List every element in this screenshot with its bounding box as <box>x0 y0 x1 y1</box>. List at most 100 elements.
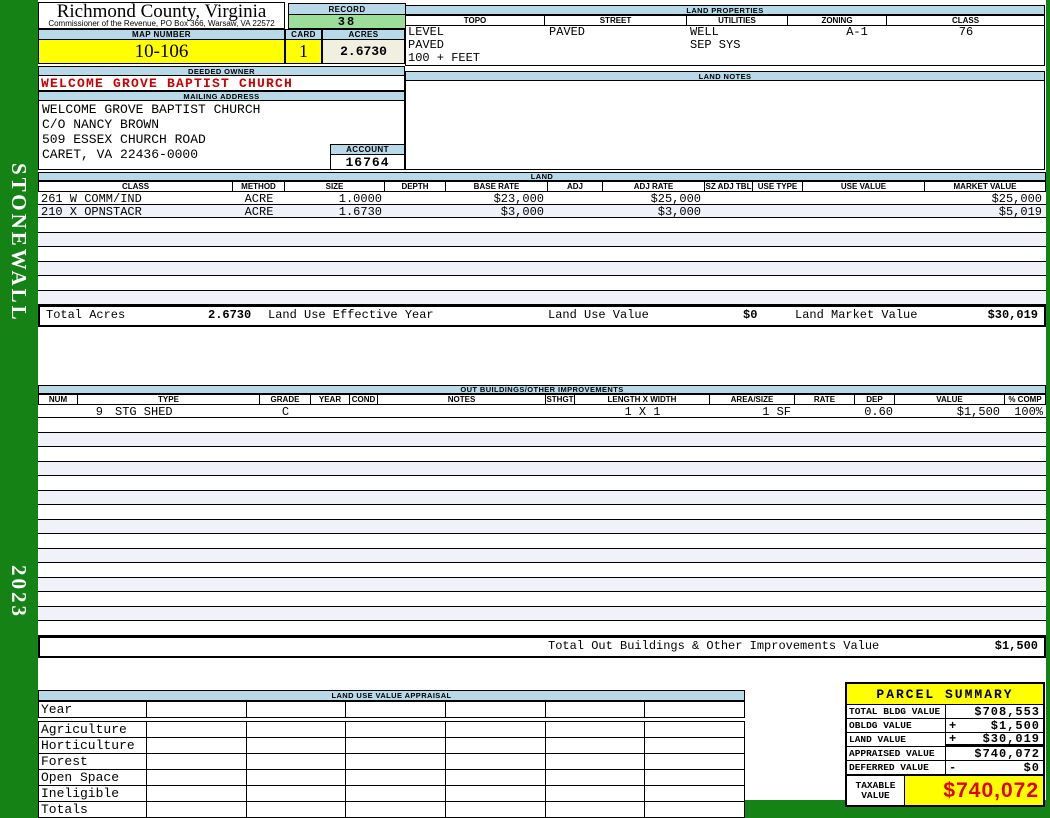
cell-market-value: $25,000 <box>991 192 1042 206</box>
cell-size: 1.6730 <box>338 205 382 219</box>
land-use-cell <box>146 701 247 718</box>
record-box: RECORD 38 <box>288 3 406 29</box>
land-use-year-table: Year <box>38 701 745 718</box>
land-use-cell <box>345 801 446 818</box>
deeded-owner-value: WELCOME GROVE BAPTIST CHURCH <box>38 76 405 91</box>
empty-row <box>38 261 1046 276</box>
cell-depth <box>385 192 446 204</box>
empty-row <box>38 606 1046 621</box>
land-use-value: $0 <box>743 308 758 322</box>
land-header-row: CLASS METHOD SIZE DEPTH BASE RATE ADJ AD… <box>38 181 1046 192</box>
col-class: CLASS <box>38 181 233 191</box>
empty-row <box>38 218 1046 233</box>
table-row: Year <box>38 701 745 718</box>
out-buildings-total-label: Total Out Buildings & Other Improvements… <box>548 638 880 653</box>
land-use-cell <box>146 785 247 802</box>
land-use-cell <box>544 721 646 738</box>
empty-row <box>38 247 1046 262</box>
land-use-value-label: Land Use Value <box>548 308 649 322</box>
account-box: ACCOUNT 16764 <box>330 144 405 170</box>
land-use-cell <box>444 801 546 818</box>
street-value: PAVED <box>549 25 586 39</box>
empty-row <box>38 621 1046 636</box>
land-use-cell <box>644 701 745 718</box>
land-use-row-label: Horticulture <box>38 737 147 754</box>
land-use-cell <box>544 785 646 802</box>
land-use-cell <box>544 701 646 718</box>
land-use-cell <box>345 737 446 754</box>
col-zoning: ZONING <box>788 15 887 26</box>
land-use-cell <box>644 801 745 818</box>
address-line: WELCOME GROVE BAPTIST CHURCH <box>42 102 261 117</box>
col-value: VALUE <box>895 394 1005 404</box>
land-use-cell <box>345 701 446 718</box>
col-use-value: USE VALUE <box>803 181 925 191</box>
land-use-cell <box>345 769 446 786</box>
account-label: ACCOUNT <box>330 144 405 155</box>
land-notes-title: LAND NOTES <box>405 71 1045 81</box>
cell-sthgt <box>546 405 575 417</box>
col-notes: NOTES <box>378 394 546 404</box>
land-use-cell <box>644 721 745 738</box>
cell-use-type <box>753 192 803 204</box>
card-label: CARD <box>285 29 322 40</box>
cell-notes <box>378 405 546 417</box>
summary-amount: $30,019 <box>982 731 1040 746</box>
summary-value-cell: + $30,019 <box>946 731 1043 746</box>
empty-row <box>38 577 1046 592</box>
land-use-cell <box>644 769 745 786</box>
office-subtitle: Commissioner of the Revenue, PO Box 366,… <box>48 19 275 28</box>
land-use-row-label: Forest <box>38 753 147 770</box>
cell-class: 261 W COMM/IND <box>41 192 142 206</box>
card-value: 1 <box>285 40 322 64</box>
empty-row <box>38 592 1046 607</box>
map-number-cell: MAP NUMBER 10-106 <box>38 29 285 64</box>
col-pct-comp: % COMP <box>1005 394 1046 404</box>
out-building-row: 9 STG SHED C 1 X 1 1 SF 0.60 $1,500 100% <box>38 405 1046 419</box>
cell-type: STG SHED <box>115 405 173 419</box>
summary-amount: $1,500 <box>990 718 1040 733</box>
land-use-cell <box>146 753 247 770</box>
summary-row: TOTAL BLDG VALUE $708,553 <box>847 705 1043 719</box>
cell-adj <box>548 205 603 217</box>
empty-row <box>38 490 1046 505</box>
cell-adj <box>548 192 603 204</box>
table-row: Open Space <box>38 769 745 786</box>
cell-base-rate: $3,000 <box>500 205 544 219</box>
col-market-value: MARKET VALUE <box>925 181 1046 191</box>
summary-value-cell: - $0 <box>946 761 1043 775</box>
land-use-cell <box>245 753 347 770</box>
col-method: METHOD <box>233 181 285 191</box>
land-market-value: $30,019 <box>987 308 1038 322</box>
summary-row: APPRAISED VALUE $740,072 <box>847 747 1043 761</box>
land-use-totals-label: Totals <box>38 801 147 818</box>
col-use-type: USE TYPE <box>753 181 803 191</box>
out-buildings-header-row: NUM TYPE GRADE YEAR COND NOTES STHGT LEN… <box>38 394 1046 405</box>
total-acres-label: Total Acres <box>46 308 126 322</box>
col-adj: ADJ <box>548 181 603 191</box>
summary-amount: $740,072 <box>974 746 1040 761</box>
cell-rate <box>795 405 855 417</box>
out-buildings-title: OUT BUILDINGS/OTHER IMPROVEMENTS <box>38 385 1046 394</box>
col-year: YEAR <box>311 394 350 404</box>
card-cell: CARD 1 <box>285 29 322 64</box>
acres-cell: ACRES 2.6730 <box>322 29 405 64</box>
col-sz-adj-tbl: SZ ADJ TBL <box>705 181 753 191</box>
land-use-cell <box>146 801 247 818</box>
col-grade: GRADE <box>260 394 311 404</box>
address-line: C/O NANCY BROWN <box>42 117 160 132</box>
taxable-value: $740,072 <box>905 776 1043 805</box>
cell-market-value: $5,019 <box>998 205 1042 219</box>
topo-value: 100 + FEET <box>408 51 481 65</box>
land-properties-values: LEVEL PAVED 100 + FEET PAVED WELL SEP SY… <box>405 26 1045 66</box>
summary-label: TOTAL BLDG VALUE <box>847 705 946 718</box>
col-depth: DEPTH <box>385 181 446 191</box>
empty-row <box>38 505 1046 520</box>
cell-dep: 0.60 <box>864 405 893 419</box>
cell-adj-rate: $25,000 <box>650 192 701 206</box>
empty-row <box>38 519 1046 534</box>
table-row: Totals <box>38 801 745 818</box>
cell-sz-adj-tbl <box>705 192 753 204</box>
map-number-value: 10-106 <box>38 40 285 64</box>
out-buildings-total-value: $1,500 <box>994 638 1038 653</box>
